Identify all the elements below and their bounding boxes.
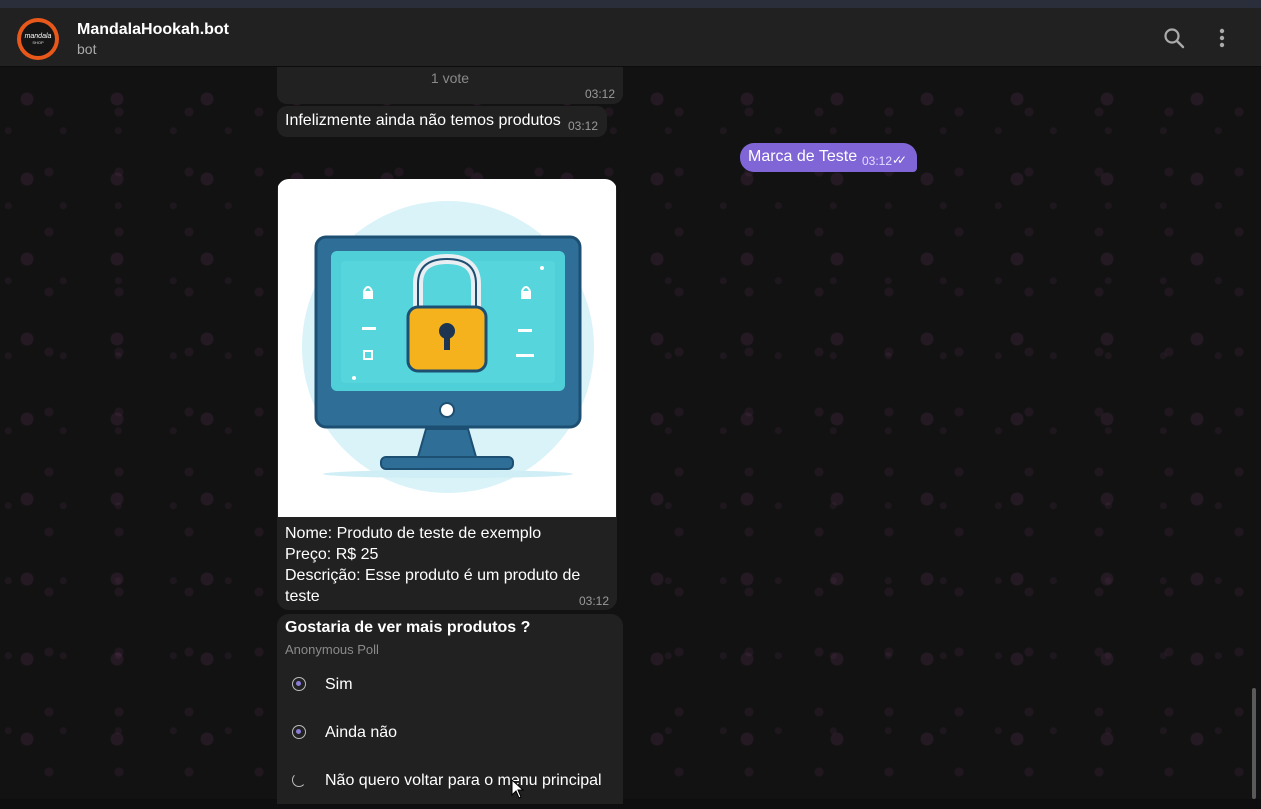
chat-background xyxy=(0,67,1261,799)
poll-option-nao-quero[interactable]: Não quero voltar para o menu principal xyxy=(277,769,623,809)
loading-radio-icon[interactable] xyxy=(292,773,306,787)
bot-avatar[interactable]: mandala SHOP xyxy=(17,18,59,60)
more-menu-button[interactable] xyxy=(1210,26,1234,50)
previous-poll-bubble: 1 vote 03:12 xyxy=(277,67,623,104)
chat-subtitle: bot xyxy=(77,41,97,57)
message-time: 03:12 xyxy=(585,87,616,101)
poll-type: Anonymous Poll xyxy=(285,642,379,657)
poll-option-label: Sim xyxy=(325,676,353,693)
window-top-strip xyxy=(0,0,1261,8)
poll-option-label: Ainda não xyxy=(325,724,398,741)
avatar-logo-subtext: SHOP xyxy=(32,40,44,45)
product-caption-text: Nome: Produto de teste de exemplo Preço:… xyxy=(285,525,581,605)
poll-message: Gostaria de ver mais produtos ? Anonymou… xyxy=(277,614,623,804)
product-caption: Nome: Produto de teste de exemplo Preço:… xyxy=(285,523,585,607)
poll-option-label: Não quero voltar para o menu principal xyxy=(325,772,602,789)
product-photo-message: Nome: Produto de teste de exemplo Preço:… xyxy=(277,179,617,610)
poll-vote-count: 1 vote xyxy=(430,70,470,86)
outgoing-message: Marca de Teste 03:12 ✓✓ xyxy=(740,143,917,172)
message-time: 03:12 xyxy=(862,154,893,168)
message-time: 03:12 xyxy=(568,119,599,133)
search-button[interactable] xyxy=(1162,26,1186,50)
incoming-message: Infelizmente ainda não temos produtos 03… xyxy=(277,106,607,137)
chat-scrollbar[interactable] xyxy=(1252,688,1256,799)
avatar-logo-text: mandala xyxy=(24,33,52,40)
search-icon xyxy=(1164,28,1185,49)
radio-button-icon[interactable] xyxy=(292,725,306,739)
chat-title[interactable]: MandalaHookah.bot xyxy=(77,21,229,39)
poll-option-sim[interactable]: Sim xyxy=(277,673,623,713)
chat-header: mandala SHOP MandalaHookah.bot bot xyxy=(0,8,1261,67)
mouse-cursor-icon xyxy=(511,779,525,799)
avatar-logo: mandala SHOP xyxy=(21,22,55,56)
message-time: 03:12 xyxy=(579,594,610,608)
more-vertical-icon xyxy=(1219,28,1225,48)
poll-option-ainda-nao[interactable]: Ainda não xyxy=(277,721,623,761)
message-text: Marca de Teste xyxy=(748,148,858,165)
product-image[interactable] xyxy=(278,179,616,517)
double-check-icon: ✓✓ xyxy=(892,153,907,167)
poll-question: Gostaria de ver mais produtos ? xyxy=(285,619,531,636)
message-text: Infelizmente ainda não temos produtos xyxy=(285,112,561,129)
radio-button-icon[interactable] xyxy=(292,677,306,691)
